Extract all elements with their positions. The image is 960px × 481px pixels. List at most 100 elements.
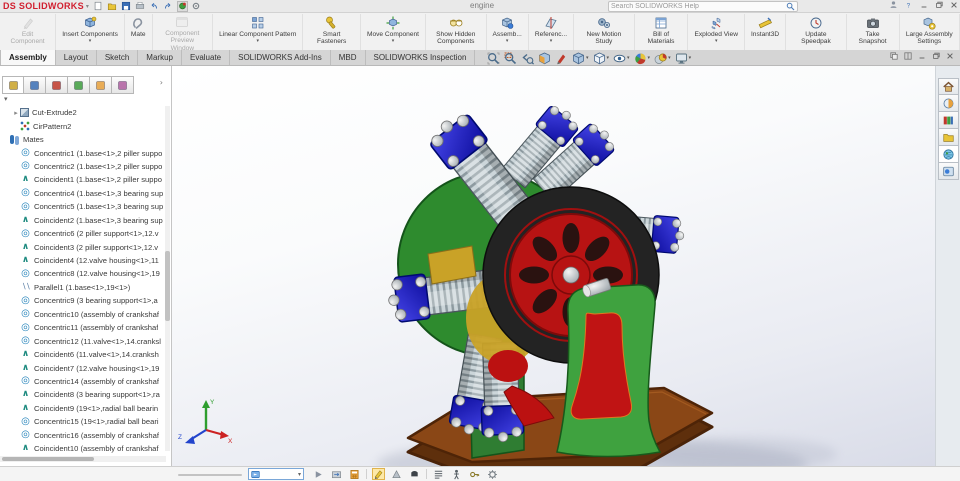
user-icon[interactable] bbox=[889, 0, 898, 13]
zoom-to-area-button[interactable] bbox=[504, 52, 517, 65]
tree-item-coincident8[interactable]: Coincident8 (3 bearing support<1>,ra bbox=[0, 388, 165, 401]
tree-item-coincident3[interactable]: Coincident3 (2 piller support<1>,12.v bbox=[0, 240, 165, 253]
tab-evaluate[interactable]: Evaluate bbox=[181, 50, 231, 65]
instant3d-button[interactable]: Instant3D bbox=[745, 14, 787, 50]
tab-markup[interactable]: Markup bbox=[138, 50, 182, 65]
graphics-viewport[interactable]: Y X Z bbox=[172, 66, 935, 466]
new-icon[interactable] bbox=[93, 1, 104, 12]
move-component-button[interactable]: Move Component ▾ bbox=[361, 14, 427, 50]
dropdown-caret-icon[interactable]: ▾ bbox=[627, 55, 630, 61]
large-assembly-settings-button[interactable]: Large Assembly Settings bbox=[900, 14, 960, 50]
tree-horizontal-scrollbar[interactable] bbox=[0, 456, 166, 462]
key-button[interactable] bbox=[468, 468, 481, 480]
play-arrow-button[interactable] bbox=[312, 468, 325, 480]
show-hidden-components-button[interactable]: Show Hidden Components bbox=[426, 14, 487, 50]
minimize-button[interactable] bbox=[920, 0, 928, 13]
tree-item-concentric12[interactable]: Concentric12 (11.valve<1>,14.cranksl bbox=[0, 334, 165, 347]
help-search-box[interactable]: Search SOLIDWORKS Help bbox=[608, 1, 798, 12]
tree-item-parallel1[interactable]: Parallel1 (1.base<1>,19<1>) bbox=[0, 281, 165, 294]
save-icon[interactable] bbox=[121, 1, 132, 12]
section-view-button[interactable] bbox=[538, 52, 551, 65]
tree-item-concentric11[interactable]: Concentric11 (assembly of crankshaf bbox=[0, 321, 165, 334]
dropdown-caret-icon[interactable]: ▾ bbox=[648, 55, 651, 61]
tree-item-concentric14[interactable]: Concentric14 (assembly of crankshaf bbox=[0, 375, 165, 388]
rebuild-icon[interactable] bbox=[176, 0, 188, 12]
tree-item-coincident9[interactable]: Coincident9 (19<1>,radial ball bearin bbox=[0, 402, 165, 415]
tree-item-coincident1[interactable]: Coincident1 (1.base<1>,2 piller suppo bbox=[0, 173, 165, 186]
tree-item-concentric10[interactable]: Concentric10 (assembly of crankshaf bbox=[0, 308, 165, 321]
gear-button[interactable] bbox=[486, 468, 499, 480]
redo-icon[interactable] bbox=[163, 1, 174, 12]
tab-assembly[interactable]: Assembly bbox=[0, 50, 56, 65]
panel-tab-configurationmanager[interactable] bbox=[46, 76, 68, 94]
dynamic-annotation-button[interactable] bbox=[555, 52, 568, 65]
timeline-zoom-slider[interactable] bbox=[178, 474, 242, 476]
tree-item-coincident10[interactable]: Coincident10 (assembly of crankshaf bbox=[0, 442, 165, 455]
taskpane-home-button[interactable] bbox=[937, 78, 959, 95]
smart-fasteners-button[interactable]: Smart Fasteners bbox=[303, 14, 361, 50]
dropdown-caret-icon[interactable]: ▾ bbox=[392, 39, 395, 44]
tree-item-concentric5[interactable]: Concentric5 (1.base<1>,3 bearing sup bbox=[0, 200, 165, 213]
engine-stand[interactable] bbox=[556, 278, 662, 458]
open-icon[interactable] bbox=[107, 1, 118, 12]
tree-item-cirpattern2[interactable]: CirPattern2 bbox=[0, 119, 165, 132]
take-snapshot-button[interactable]: Take Snapshot bbox=[847, 14, 900, 50]
referenc-button[interactable]: Referenc... ▾ bbox=[529, 14, 575, 50]
export-animation-button[interactable] bbox=[330, 468, 343, 480]
dropdown-caret-icon[interactable]: ▾ bbox=[89, 39, 92, 44]
taskpane-file-explorer-button[interactable] bbox=[937, 129, 959, 146]
minimize-button[interactable] bbox=[918, 52, 926, 62]
panel-tab-markup-manager[interactable] bbox=[112, 76, 134, 94]
taskpane-appearances-button[interactable] bbox=[937, 163, 959, 180]
new-motion-study-button[interactable]: New Motion Study bbox=[574, 14, 635, 50]
engine-model[interactable]: Y X Z bbox=[172, 66, 935, 466]
options-icon[interactable] bbox=[191, 1, 202, 12]
tree-item-coincident4[interactable]: Coincident4 (12.valve housing<1>,11 bbox=[0, 254, 165, 267]
tab-solidworks-inspection[interactable]: SOLIDWORKS Inspection bbox=[365, 50, 476, 65]
tree-item-concentric15[interactable]: Concentric15 (19<1>,radial ball beari bbox=[0, 415, 165, 428]
assemb-button[interactable]: Assemb... ▾ bbox=[487, 14, 529, 50]
tree-item-cut-extrude2[interactable]: ▸ Cut-Extrude2 bbox=[0, 106, 165, 119]
animation-wizard-button[interactable] bbox=[372, 468, 385, 480]
exploded-view-button[interactable]: Exploded View ▾ bbox=[688, 14, 745, 50]
tree-item-concentric8[interactable]: Concentric8 (12.valve housing<1>,19 bbox=[0, 267, 165, 280]
tree-item-concentric4[interactable]: Concentric4 (1.base<1>,3 bearing sup bbox=[0, 187, 165, 200]
restore-button[interactable] bbox=[935, 0, 943, 13]
tree-item-concentric2[interactable]: Concentric2 (1.base<1>,2 piller suppo bbox=[0, 160, 165, 173]
motion-study-type-select[interactable]: ▾ bbox=[248, 468, 304, 480]
tab-solidworks-add-ins[interactable]: SOLIDWORKS Add-Ins bbox=[230, 50, 331, 65]
undo-icon[interactable] bbox=[149, 1, 160, 12]
taskpane-view-palette-button[interactable] bbox=[937, 146, 959, 163]
dropdown-caret-icon[interactable]: ▾ bbox=[715, 39, 718, 44]
update-speedpak-button[interactable]: Update Speedpak bbox=[786, 14, 847, 50]
figure-button[interactable] bbox=[450, 468, 463, 480]
zoom-to-fit-button[interactable] bbox=[487, 52, 500, 65]
tab-layout[interactable]: Layout bbox=[55, 50, 97, 65]
calculator-button[interactable] bbox=[348, 468, 361, 480]
tab-sketch[interactable]: Sketch bbox=[96, 50, 139, 65]
view-orientation-button[interactable]: ▾ bbox=[572, 52, 589, 65]
expander-icon[interactable]: ▸ bbox=[12, 109, 20, 117]
view-settings-button[interactable]: ▾ bbox=[675, 52, 691, 65]
display-style-button[interactable]: ▾ bbox=[593, 52, 609, 65]
autokey-button[interactable] bbox=[390, 468, 403, 480]
tree-item-concentric9[interactable]: Concentric9 (3 bearing support<1>,a bbox=[0, 294, 165, 307]
tree-item-mates[interactable]: Mates bbox=[0, 133, 165, 146]
results-button[interactable] bbox=[432, 468, 445, 480]
dropdown-caret-icon[interactable]: ▾ bbox=[550, 39, 553, 44]
linear-component-pattern-button[interactable]: Linear Component Pattern ▾ bbox=[213, 14, 304, 50]
tree-filter-funnel-icon[interactable]: ▾ bbox=[4, 95, 8, 103]
tab-mbd[interactable]: MBD bbox=[330, 50, 366, 65]
panel-tab-dimxpert[interactable] bbox=[68, 76, 90, 94]
tree-item-coincident2[interactable]: Coincident2 (1.base<1>,3 bearing sup bbox=[0, 214, 165, 227]
apply-scene-button[interactable]: ▾ bbox=[654, 52, 671, 65]
scrollbar-thumb[interactable] bbox=[165, 251, 170, 321]
close-button[interactable] bbox=[946, 52, 954, 62]
taskpane-solidworks-resources-button[interactable] bbox=[937, 95, 959, 112]
tile-button[interactable] bbox=[904, 52, 912, 62]
taskpane-design-library-button[interactable] bbox=[937, 112, 959, 129]
logo-caret-icon[interactable]: ▾ bbox=[86, 3, 89, 10]
close-button[interactable] bbox=[950, 0, 958, 13]
cascade-button[interactable] bbox=[890, 52, 898, 62]
tree-item-coincident6[interactable]: Coincident6 (11.valve<1>,14.cranksh bbox=[0, 348, 165, 361]
